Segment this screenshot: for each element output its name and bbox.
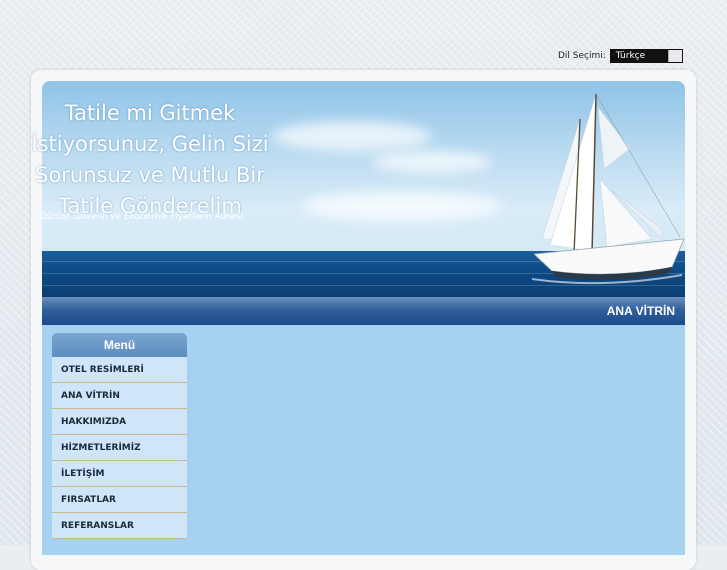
- sidebar-item-ana-vitrin[interactable]: ANA VİTRİN: [52, 383, 187, 409]
- sidebar-item-hakkimizda[interactable]: HAKKIMIZDA: [52, 409, 187, 435]
- cloud-decoration: [302, 191, 502, 221]
- language-label: Dil Seçimi:: [558, 51, 606, 61]
- cloud-decoration: [372, 151, 492, 173]
- banner-title-line: Tatile mi Gitmek: [64, 101, 236, 125]
- sailboat-image: [531, 93, 685, 285]
- menu-header: Menü: [52, 333, 187, 357]
- dropdown-arrow-icon[interactable]: [667, 50, 682, 62]
- sidebar-item-referanslar[interactable]: REFERANSLAR: [52, 513, 187, 539]
- menu-list: OTEL RESİMLERİ ANA VİTRİN HAKKIMIZDA HİZ…: [52, 357, 187, 539]
- sidebar-item-firsatlar[interactable]: FIRSATLAR: [52, 487, 187, 513]
- banner-title-line: İstiyorsunuz, Gelin Sizi: [31, 132, 269, 156]
- banner-title-line: Sorunsuz ve Mutlu Bir: [35, 163, 265, 187]
- sidebar-item-iletisim[interactable]: İLETİŞİM: [52, 461, 187, 487]
- nav-link-ana-vitrin[interactable]: ANA VİTRİN: [607, 304, 675, 318]
- language-selected-value: Türkçe: [615, 51, 646, 61]
- sidebar-item-otel-resimleri[interactable]: OTEL RESİMLERİ: [52, 357, 187, 383]
- banner-subtitle: Dürüst Güvenli ve Ekonomik Fiyatların Ad…: [40, 212, 243, 222]
- sidebar-item-hizmetlerimiz[interactable]: HİZMETLERİMİZ: [52, 435, 187, 461]
- language-selector-bar: Dil Seçimi: Türkçe: [558, 49, 683, 63]
- sidebar-menu: Menü OTEL RESİMLERİ ANA VİTRİN HAKKIMIZD…: [52, 333, 187, 539]
- language-select[interactable]: Türkçe: [609, 49, 683, 63]
- top-navbar: ANA VİTRİN: [42, 297, 685, 325]
- banner-title: Tatile mi Gitmek İstiyorsunuz, Gelin Siz…: [0, 98, 300, 222]
